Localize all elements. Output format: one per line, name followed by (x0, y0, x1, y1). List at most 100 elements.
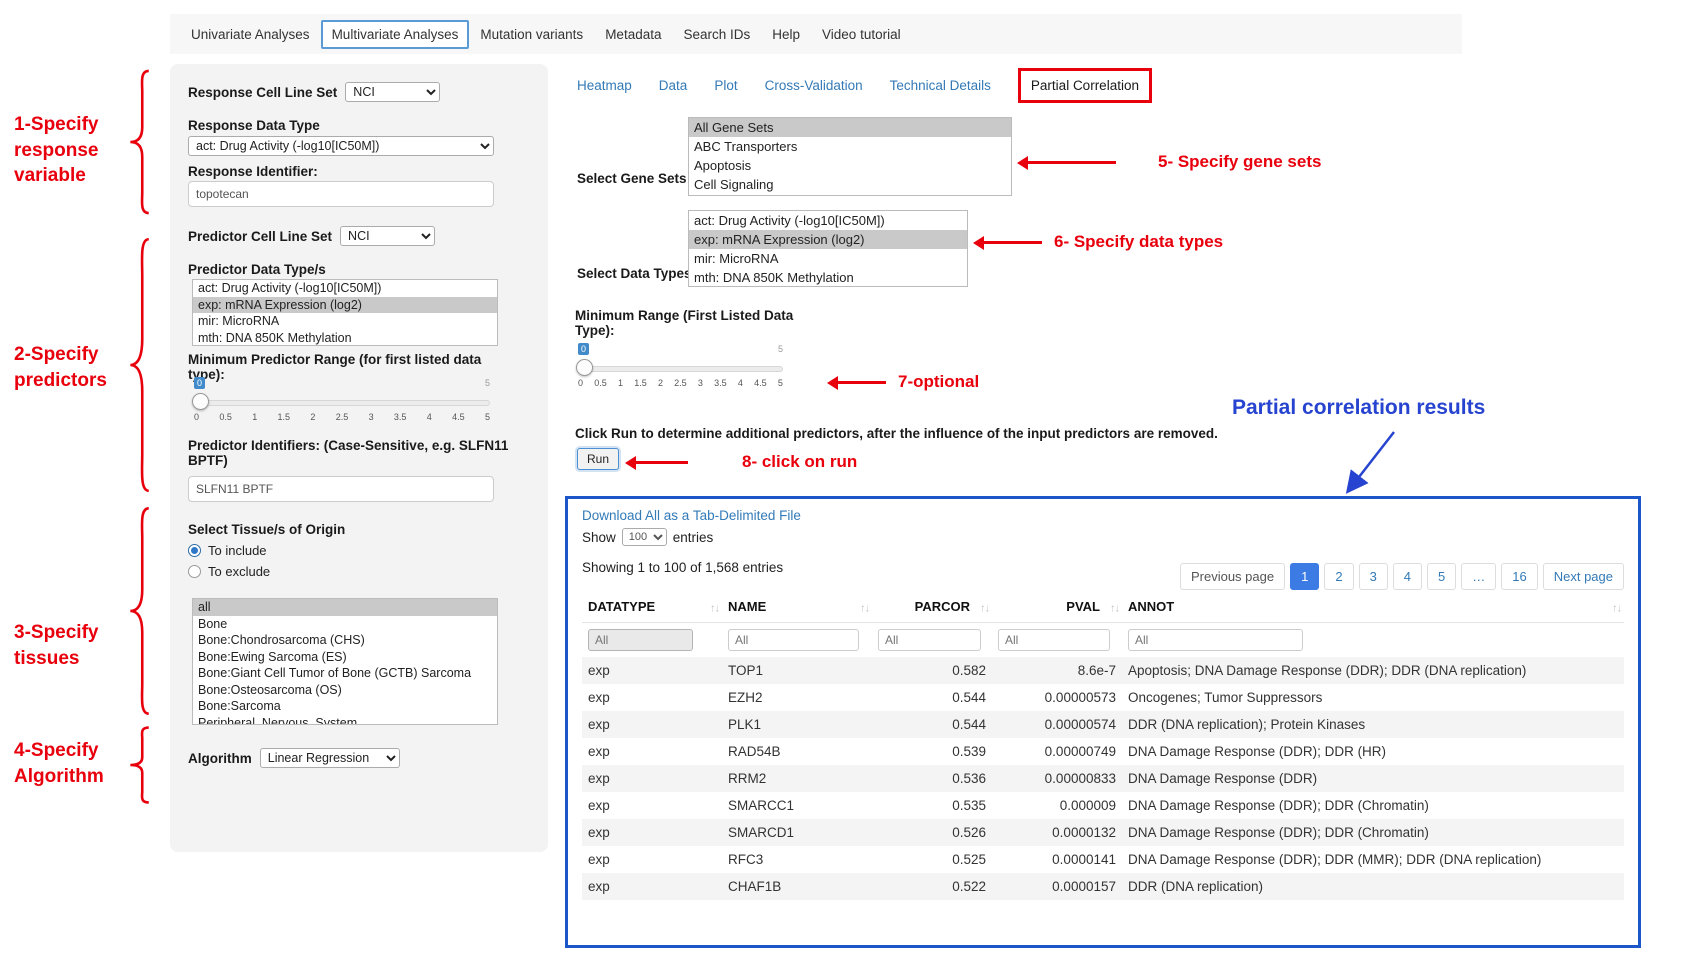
pagination: Previous page 1 2 3 4 5 … 16 Next page (1180, 563, 1624, 590)
response-cell-line-label: Response Cell Line Set (188, 85, 337, 100)
tissue-exclude-radio[interactable]: To exclude (188, 564, 532, 579)
tissue-listbox[interactable]: all Bone Bone:Chondrosarcoma (CHS) Bone:… (192, 598, 498, 725)
col-header-datatype[interactable]: DATATYPE (582, 591, 722, 623)
sort-icon[interactable] (980, 599, 989, 614)
predictor-data-type-option[interactable]: exp: mRNA Expression (log2) (193, 297, 497, 314)
cell-parcor: 0.526 (872, 819, 992, 846)
gene-set-option[interactable]: Apoptosis (689, 156, 1011, 175)
table-row[interactable]: exp SMARCD1 0.526 0.0000132 DNA Damage R… (582, 819, 1624, 846)
tick-label: 2 (658, 378, 663, 388)
min-range-slider[interactable]: 0 5 0 0.5 1 1.5 2 2.5 3 3.5 4 4.5 5 (578, 356, 783, 400)
nav-multivariate-analyses[interactable]: Multivariate Analyses (321, 20, 470, 49)
sort-icon[interactable] (710, 599, 719, 614)
response-data-type-select[interactable]: act: Drug Activity (-log10[IC50M]) (188, 136, 494, 156)
response-cell-line-select[interactable]: NCI (345, 82, 440, 102)
gene-set-option[interactable]: Cell Signaling (689, 175, 1011, 194)
tissue-option[interactable]: Bone:Sarcoma (193, 698, 497, 715)
tissue-option[interactable]: Bone:Ewing Sarcoma (ES) (193, 649, 497, 666)
algorithm-select[interactable]: Linear Regression (260, 748, 400, 768)
predictor-data-type-option[interactable]: act: Drug Activity (-log10[IC50M]) (193, 280, 497, 297)
nav-univariate-analyses[interactable]: Univariate Analyses (180, 20, 321, 49)
gene-set-option[interactable]: All Gene Sets (689, 118, 1011, 137)
col-header-pval[interactable]: PVAL (992, 591, 1122, 623)
min-predictor-range-slider[interactable]: 0 5 0 0.5 1 1.5 2 2.5 3 3.5 4 4.5 5 (194, 390, 490, 434)
sort-icon[interactable] (1110, 599, 1119, 614)
predictor-cell-line-select[interactable]: NCI (340, 226, 435, 246)
gene-sets-listbox[interactable]: All Gene Sets ABC Transporters Apoptosis… (688, 117, 1012, 196)
nav-video-tutorial[interactable]: Video tutorial (811, 20, 912, 49)
gene-set-option[interactable]: ABC Transporters (689, 137, 1011, 156)
brace-step2 (126, 234, 152, 496)
page-button-1[interactable]: 1 (1290, 563, 1319, 590)
tissue-include-radio[interactable]: To include (188, 543, 532, 558)
table-row[interactable]: exp PLK1 0.544 0.00000574 DDR (DNA repli… (582, 711, 1624, 738)
nav-mutation-variants[interactable]: Mutation variants (469, 20, 594, 49)
filter-pval-input[interactable] (998, 629, 1110, 651)
entries-label: entries (673, 530, 714, 545)
tissue-option[interactable]: Bone:Osteosarcoma (OS) (193, 682, 497, 699)
nav-metadata[interactable]: Metadata (594, 20, 672, 49)
tissue-option[interactable]: Bone:Giant Cell Tumor of Bone (GCTB) Sar… (193, 665, 497, 682)
tab-data[interactable]: Data (659, 78, 688, 93)
data-type-option[interactable]: mir: MicroRNA (689, 249, 967, 268)
filter-parcor-input[interactable] (878, 629, 981, 651)
filter-name-input[interactable] (728, 629, 859, 651)
run-button[interactable]: Run (577, 448, 619, 470)
slider-value-badge: 0 (194, 377, 205, 389)
predictor-data-type-option[interactable]: mir: MicroRNA (193, 313, 497, 330)
annotation-step2: 2-Specify predictors (14, 342, 126, 393)
table-row[interactable]: exp RFC3 0.525 0.0000141 DNA Damage Resp… (582, 846, 1624, 873)
sort-icon[interactable] (860, 599, 869, 614)
table-row[interactable]: exp EZH2 0.544 0.00000573 Oncogenes; Tum… (582, 684, 1624, 711)
tab-cross-validation[interactable]: Cross-Validation (765, 78, 863, 93)
results-table: DATATYPE NAME PARCOR PVAL ANNOT exp (582, 591, 1624, 900)
tab-partial-correlation[interactable]: Partial Correlation (1018, 68, 1152, 103)
predictor-data-type-option[interactable]: mth: DNA 850K Methylation (193, 330, 497, 347)
previous-page-button[interactable]: Previous page (1180, 563, 1285, 590)
page-button-2[interactable]: 2 (1324, 563, 1353, 590)
tab-heatmap[interactable]: Heatmap (577, 78, 632, 93)
tab-plot[interactable]: Plot (714, 78, 737, 93)
col-header-parcor[interactable]: PARCOR (872, 591, 992, 623)
table-row[interactable]: exp RRM2 0.536 0.00000833 DNA Damage Res… (582, 765, 1624, 792)
slider-track[interactable] (194, 400, 490, 406)
col-header-label: DATATYPE (588, 599, 655, 614)
slider-handle[interactable] (192, 393, 209, 410)
slider-handle[interactable] (576, 359, 593, 376)
data-type-option[interactable]: act: Drug Activity (-log10[IC50M]) (689, 211, 967, 230)
tissue-option[interactable]: Bone (193, 616, 497, 633)
filter-datatype-input[interactable] (588, 629, 693, 651)
data-type-option[interactable]: exp: mRNA Expression (log2) (689, 230, 967, 249)
slider-track[interactable] (578, 366, 783, 372)
table-row[interactable]: exp SMARCC1 0.535 0.000009 DNA Damage Re… (582, 792, 1624, 819)
next-page-button[interactable]: Next page (1543, 563, 1624, 590)
predictor-identifiers-input[interactable] (188, 476, 494, 502)
table-row[interactable]: exp CHAF1B 0.522 0.0000157 DDR (DNA repl… (582, 873, 1624, 900)
page-button-4[interactable]: 4 (1393, 563, 1422, 590)
col-header-annot[interactable]: ANNOT (1122, 591, 1624, 623)
tissue-option[interactable]: Peripheral_Nervous_System (193, 715, 497, 726)
data-type-option[interactable]: mth: DNA 850K Methylation (689, 268, 967, 287)
table-row[interactable]: exp RAD54B 0.539 0.00000749 DNA Damage R… (582, 738, 1624, 765)
cell-parcor: 0.544 (872, 711, 992, 738)
data-types-listbox[interactable]: act: Drug Activity (-log10[IC50M]) exp: … (688, 210, 968, 287)
sort-icon[interactable] (1612, 599, 1621, 614)
page-size-select[interactable]: 100 (622, 528, 667, 546)
tab-technical-details[interactable]: Technical Details (890, 78, 991, 93)
page-button-3[interactable]: 3 (1359, 563, 1388, 590)
col-header-name[interactable]: NAME (722, 591, 872, 623)
nav-search-ids[interactable]: Search IDs (672, 20, 761, 49)
radio-include-label: To include (208, 543, 267, 558)
tick-label: 1 (618, 378, 623, 388)
tissue-option[interactable]: Bone:Chondrosarcoma (CHS) (193, 632, 497, 649)
filter-annot-input[interactable] (1128, 629, 1303, 651)
page-button-5[interactable]: 5 (1427, 563, 1456, 590)
predictor-data-types-listbox[interactable]: act: Drug Activity (-log10[IC50M]) exp: … (192, 279, 498, 346)
download-tab-delimited-link[interactable]: Download All as a Tab-Delimited File (582, 508, 801, 523)
response-identifier-input[interactable] (188, 181, 494, 207)
page-button-16[interactable]: 16 (1501, 563, 1537, 590)
nav-help[interactable]: Help (761, 20, 811, 49)
table-row[interactable]: exp TOP1 0.582 8.6e-7 Apoptosis; DNA Dam… (582, 657, 1624, 684)
tissue-option[interactable]: all (193, 599, 497, 616)
partial-correlation-results-panel: Download All as a Tab-Delimited File Sho… (565, 496, 1641, 948)
